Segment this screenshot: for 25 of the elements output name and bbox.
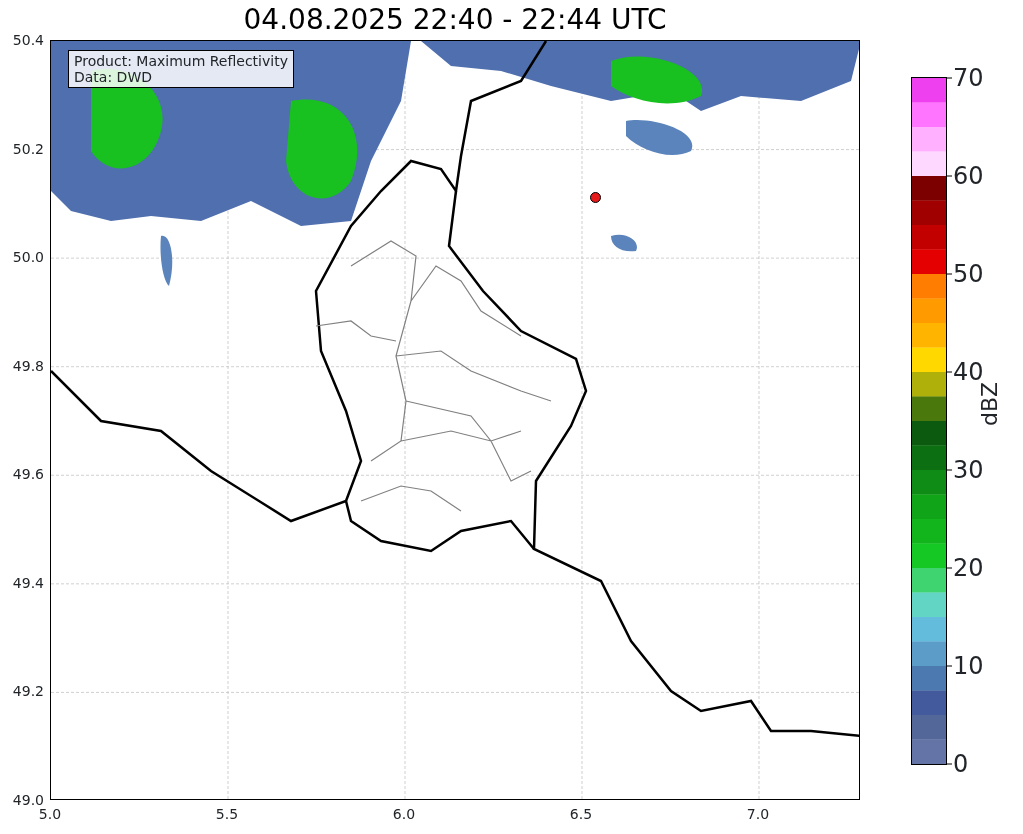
y-axis-tick-label: 50.4 — [12, 32, 44, 48]
colorbar-tick-label: 50 — [953, 261, 984, 287]
colorbar-label: dBZ — [978, 381, 1002, 427]
chart-title: 04.08.2025 22:40 - 22:44 UTC — [242, 2, 668, 38]
x-axis-tick-label: 5.0 — [38, 806, 62, 822]
legend-text: Product: Maximum Reflectivity — [74, 53, 288, 69]
y-axis-tick-label: 50.2 — [12, 140, 44, 157]
x-axis-tick-label: 6.0 — [392, 806, 416, 822]
y-axis-tick-label: 49.2 — [12, 683, 44, 700]
x-axis-tick-label: 5.5 — [215, 806, 239, 822]
y-axis-tick-label: 49.8 — [12, 357, 44, 374]
colorbar-tick-label: 70 — [953, 65, 984, 91]
y-axis-tick-label: 49.4 — [12, 574, 44, 591]
x-axis-tick-label: 7.0 — [746, 806, 770, 822]
colorbar-tick-label: 60 — [953, 163, 984, 189]
y-axis-tick-label: 50.0 — [12, 249, 44, 266]
legend-text: Data: DWD — [74, 69, 153, 85]
x-axis-tick-label: 6.5 — [569, 806, 593, 822]
colorbar-tick-label: 20 — [953, 555, 984, 581]
y-axis-tick-label: 49.0 — [12, 792, 44, 808]
colorbar-tick-label: 0 — [953, 751, 969, 777]
location-marker — [590, 192, 601, 203]
y-axis-tick-label: 49.6 — [12, 466, 44, 483]
colorbar-tick-label: 10 — [953, 653, 984, 679]
colorbar-tick-label: 30 — [953, 457, 984, 483]
